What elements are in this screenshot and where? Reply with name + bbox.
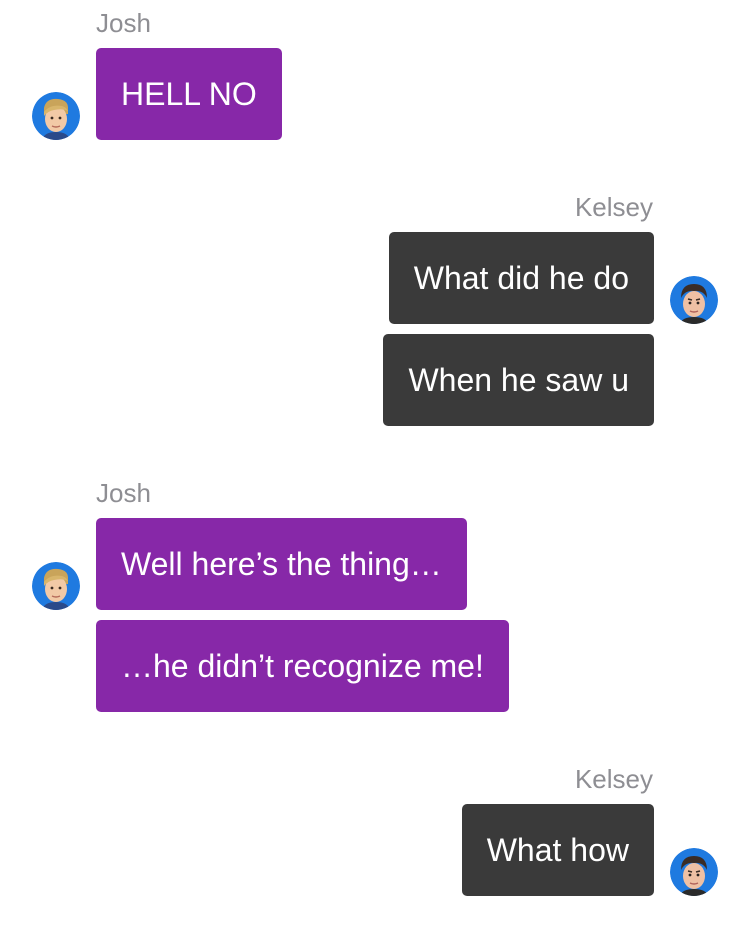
josh-avatar-icon[interactable] (32, 92, 80, 140)
kelsey-avatar-icon[interactable] (670, 848, 718, 896)
sender-name-kelsey: Kelsey (574, 764, 653, 794)
sender-name-josh: Josh (96, 478, 151, 508)
sender-name-josh: Josh (96, 8, 151, 38)
message-bubble-kelsey[interactable]: What how (461, 804, 654, 896)
message-bubble-kelsey[interactable]: What did he do (388, 232, 654, 324)
message-bubble-josh[interactable]: Well here’s the thing… (96, 518, 467, 610)
message-bubble-kelsey[interactable]: When he saw u (383, 334, 654, 426)
message-bubble-josh[interactable]: …he didn’t recognize me! (96, 620, 509, 712)
message-bubble-josh[interactable]: HELL NO (96, 48, 282, 140)
kelsey-avatar-icon[interactable] (670, 276, 718, 324)
sender-name-kelsey: Kelsey (574, 192, 653, 222)
josh-avatar-icon[interactable] (32, 562, 80, 610)
